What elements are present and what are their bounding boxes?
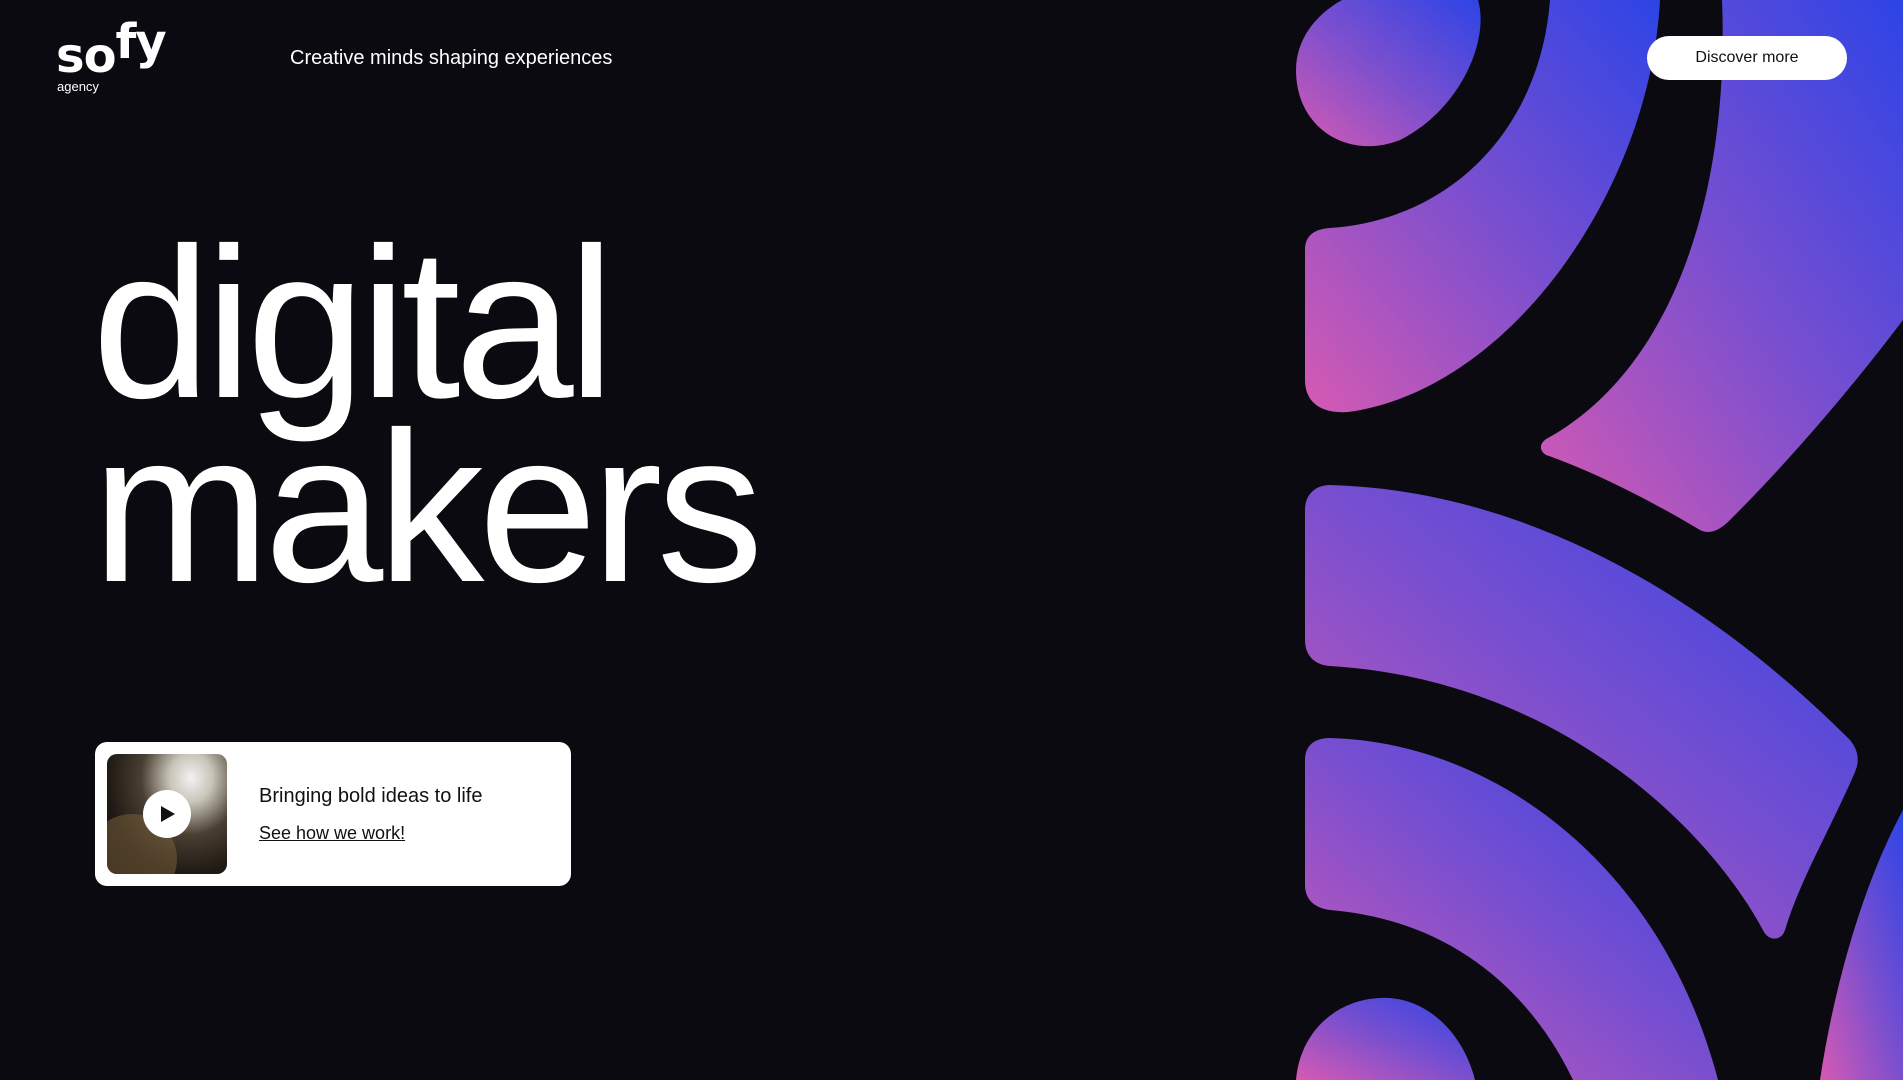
logo-subtext: agency [57, 79, 99, 94]
play-icon [161, 806, 175, 822]
logo-wordmark-main: so [56, 28, 117, 84]
hero-headline-line2: makers [92, 388, 764, 627]
decorative-gradient-art [1296, 0, 1903, 1080]
video-thumbnail[interactable] [107, 754, 227, 874]
see-how-we-work-link[interactable]: See how we work! [259, 820, 405, 846]
video-card: Bringing bold ideas to life See how we w… [95, 742, 571, 886]
art-shape-blob-top [1296, 0, 1481, 147]
hero-headline: digital makers [92, 217, 764, 627]
brand-logo[interactable]: sofy agency [56, 14, 167, 98]
logo-wordmark: sofy [56, 14, 167, 86]
play-button[interactable] [143, 790, 191, 838]
art-shape-blob-bottom [1296, 997, 1475, 1080]
video-card-title: Bringing bold ideas to life [259, 785, 483, 807]
page: sofy agency Creative minds shaping exper… [0, 0, 1903, 1080]
header-tagline: Creative minds shaping experiences [290, 47, 613, 69]
discover-more-button[interactable]: Discover more [1647, 36, 1847, 80]
logo-wordmark-raise: fy [115, 14, 167, 70]
art-shape-sliver-right [1820, 810, 1903, 1080]
